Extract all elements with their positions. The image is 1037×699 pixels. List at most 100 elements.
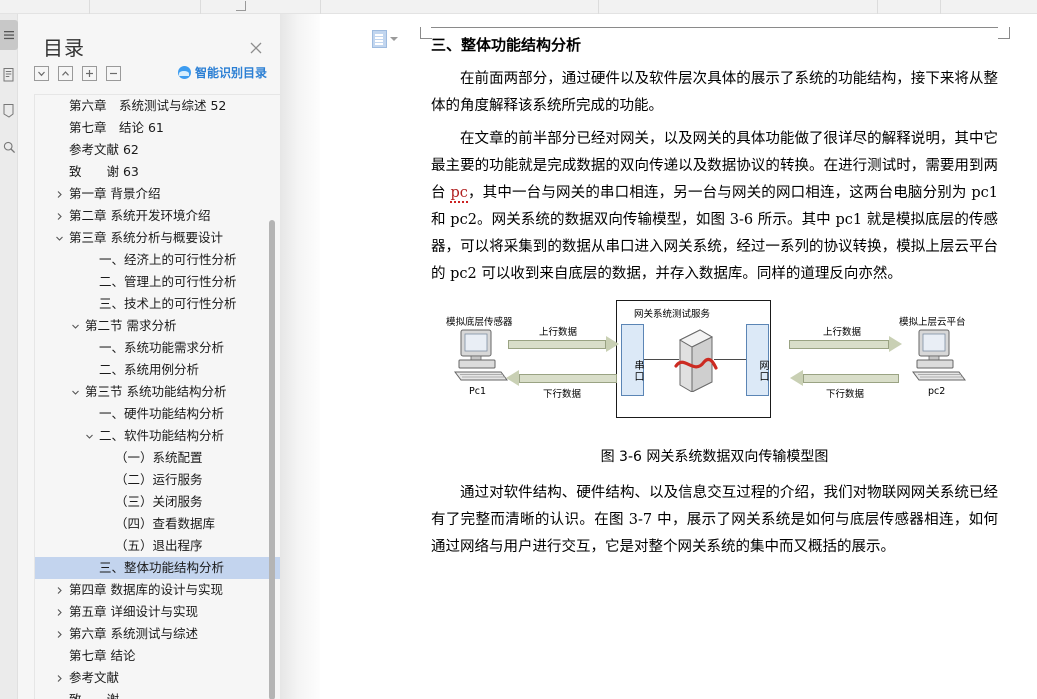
pc2-computer-icon	[912, 329, 966, 381]
ruler-indent-marker[interactable]	[236, 1, 246, 11]
toc-item[interactable]: 第七章 结论	[35, 645, 280, 667]
toc-item-label: 第四章 数据库的设计与实现	[69, 582, 223, 597]
toc-item[interactable]: 致 谢	[35, 689, 280, 699]
sidebar-item-bookmark[interactable]	[0, 96, 18, 126]
right-downlink-arrow-head	[790, 370, 803, 386]
toc-item-label: （三）关闭服务	[115, 494, 203, 509]
page-top-border	[431, 27, 998, 28]
chevron-down-icon[interactable]	[83, 425, 95, 447]
right-uplink-arrow-bar	[789, 340, 889, 349]
chevron-right-icon[interactable]	[53, 205, 65, 227]
figure-3-6[interactable]: 网关系统测试服务 串口 网口 模拟底层传感器 Pc1 上行数据 下行数据 模拟上…	[431, 296, 998, 436]
chevron-down-icon[interactable]	[69, 381, 81, 403]
toc-item[interactable]: 第二章 系统开发环境介绍	[35, 205, 280, 227]
toc-item[interactable]: （五）退出程序	[35, 535, 280, 557]
toc-item[interactable]: 第三节 系统功能结构分析	[35, 381, 280, 403]
toc-item-label: 一、硬件功能结构分析	[99, 406, 225, 421]
right-device-name: pc2	[928, 386, 946, 397]
toc-item[interactable]: 三、技术上的可行性分析	[35, 293, 280, 315]
chevron-down-icon[interactable]	[53, 227, 65, 249]
chevron-right-icon[interactable]	[53, 183, 65, 205]
horizontal-ruler[interactable]	[0, 0, 1037, 14]
toc-item[interactable]: 二、软件功能结构分析	[35, 425, 280, 447]
toc-item[interactable]: 第六章 系统测试与综述 52	[35, 95, 280, 117]
p2-pc2-b: pc2	[450, 266, 477, 282]
toc-item-label: （五）退出程序	[115, 538, 203, 553]
left-tool-rail	[0, 14, 18, 699]
toc-item[interactable]: （一）系统配置	[35, 447, 280, 469]
serial-port-box: 串口	[621, 324, 644, 396]
margin-mark-top-right	[998, 27, 1010, 39]
toc-item-label: （二）运行服务	[115, 472, 203, 487]
toc-item[interactable]: 第二节 需求分析	[35, 315, 280, 337]
left-downlink-label: 下行数据	[543, 389, 582, 400]
toc-item-label: 第五章 详细设计与实现	[69, 604, 198, 619]
chevron-right-icon[interactable]	[53, 667, 65, 689]
chevron-right-icon[interactable]	[53, 601, 65, 623]
collapse-up-button[interactable]	[58, 66, 73, 81]
left-device-name: Pc1	[469, 386, 486, 397]
toc-item-label: 第二节 需求分析	[85, 318, 177, 333]
toc-item-label: 致 谢 63	[69, 164, 139, 179]
document-canvas[interactable]: 三、整体功能结构分析 在前面两部分，通过硬件以及软件层次具体的展示了系统的功能结…	[320, 14, 1037, 699]
toc-item[interactable]: 一、硬件功能结构分析	[35, 403, 280, 425]
sidebar-item-chapter[interactable]	[0, 60, 18, 90]
toc-item[interactable]: 第五章 详细设计与实现	[35, 601, 280, 623]
chevron-down-icon[interactable]	[69, 315, 81, 337]
toc-scroll-region[interactable]: 第六章 系统测试与综述 52 第七章 结论 61 参考文献 62 致 谢 63 第一章 …	[34, 94, 280, 699]
ruler-tick	[320, 0, 321, 14]
toc-scrollbar-thumb[interactable]	[269, 220, 275, 699]
toc-item[interactable]: 参考文献 62	[35, 139, 280, 161]
chevron-right-icon[interactable]	[53, 579, 65, 601]
close-icon[interactable]	[246, 38, 266, 58]
document-body: 三、整体功能结构分析 在前面两部分，通过硬件以及软件层次具体的展示了系统的功能结…	[431, 32, 998, 567]
toc-item-selected[interactable]: 三、整体功能结构分析	[35, 557, 280, 579]
right-downlink-label: 下行数据	[826, 389, 865, 400]
toc-item-label: 三、整体功能结构分析	[99, 560, 225, 575]
toc-item[interactable]: 一、系统功能需求分析	[35, 337, 280, 359]
toc-item[interactable]: 第四章 数据库的设计与实现	[35, 579, 280, 601]
chevron-right-icon[interactable]	[53, 623, 65, 645]
gateway-title-label: 网关系统测试服务	[634, 309, 711, 320]
toc-item[interactable]: （三）关闭服务	[35, 491, 280, 513]
search-icon	[3, 141, 16, 154]
right-uplink-arrow-head	[889, 336, 902, 352]
toc-item[interactable]: 二、系统用例分析	[35, 359, 280, 381]
toc-item-label: 第六章 系统测试与综述 52	[69, 98, 227, 113]
smart-toc-button[interactable]: 智能识别目录	[177, 64, 267, 81]
toc-item-label: 第二章 系统开发环境介绍	[69, 208, 211, 223]
document-tag-icon	[372, 30, 387, 48]
toc-item[interactable]: 第三章 系统分析与概要设计	[35, 227, 280, 249]
toc-scrollbar-track[interactable]	[269, 95, 278, 699]
sidebar-item-search[interactable]	[0, 132, 18, 162]
serial-port-label: 串口	[632, 360, 643, 382]
catalog-header: 目录	[18, 14, 280, 60]
toc-item-label: 致 谢	[69, 689, 119, 699]
p2-pc1: pc1	[971, 185, 998, 201]
paragraph-style-tag-button[interactable]	[372, 30, 398, 48]
net-port-label: 网口	[757, 360, 768, 382]
toc-item[interactable]: 第七章 结论 61	[35, 117, 280, 139]
expand-all-button[interactable]	[82, 66, 97, 81]
right-device-title: 模拟上层云平台	[899, 317, 966, 328]
toc-item[interactable]: 第六章 系统测试与综述	[35, 623, 280, 645]
expand-down-button[interactable]	[34, 66, 49, 81]
toc-item-label: 二、管理上的可行性分析	[99, 274, 237, 289]
right-uplink-label: 上行数据	[823, 327, 862, 338]
toc-item[interactable]: 第一章 背景介绍	[35, 183, 280, 205]
toc-item[interactable]: 二、管理上的可行性分析	[35, 271, 280, 293]
toc-item[interactable]: 致 谢 63	[35, 161, 280, 183]
toc-item[interactable]: 参考文献	[35, 667, 280, 689]
sidebar-item-outline[interactable]	[0, 20, 18, 50]
toc-item[interactable]: （二）运行服务	[35, 469, 280, 491]
toc-item[interactable]: （四）查看数据库	[35, 513, 280, 535]
section-heading: 三、整体功能结构分析	[431, 36, 582, 54]
paragraph-2: 在文章的前半部分已经对网关，以及网关的具体功能做了很详尽的解释说明，其中它最主要…	[431, 126, 998, 288]
page-title: 目录	[43, 36, 85, 60]
toc-item[interactable]: 一、经济上的可行性分析	[35, 249, 280, 271]
left-uplink-label: 上行数据	[539, 327, 578, 338]
toc-item-label: （四）查看数据库	[115, 516, 216, 531]
collapse-all-button[interactable]	[106, 66, 121, 81]
net-connector-line	[714, 359, 746, 360]
spellcheck-error-pc: pc	[450, 185, 468, 203]
